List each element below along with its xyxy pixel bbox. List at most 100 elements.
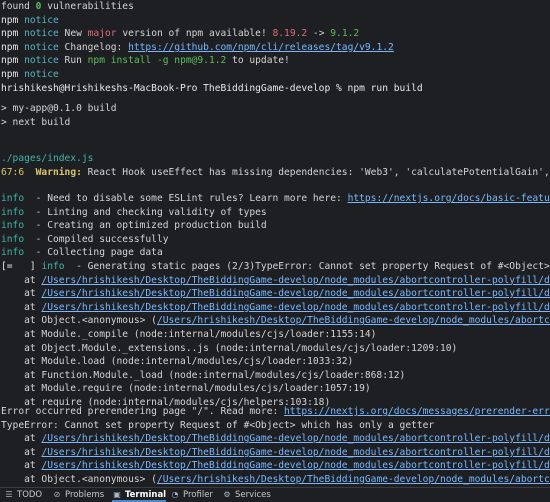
notice-label: notice: [18, 14, 59, 26]
stack-line: at /Users/hrishikesh/Desktop/TheBiddingG…: [1, 432, 550, 446]
services-label: Services: [235, 490, 271, 500]
eslint-link[interactable]: https://nextjs.org/docs/basic-features/e…: [348, 193, 550, 204]
changelog-link[interactable]: https://github.com/npm/cli/releases/tag/…: [128, 42, 394, 53]
terminal-line: npm notice Changelog: https://github.com…: [1, 41, 394, 55]
info-line: info - Compiled successfully: [1, 233, 169, 247]
text: at: [1, 288, 42, 300]
script-line: > my-app@0.1.0 build: [1, 103, 117, 114]
npm-label: npm: [1, 55, 19, 67]
prerender-error-link[interactable]: https://nextjs.org/docs/messages/prerend…: [284, 406, 550, 417]
npm-label: npm: [1, 69, 19, 80]
progress-bar-text: [= ]: [1, 261, 42, 272]
stack-path-link[interactable]: /Users/hrishikesh/Desktop/TheBiddingGame…: [157, 315, 550, 326]
new-version: 9.1.2: [330, 28, 360, 40]
terminal-line: npm notice: [1, 68, 59, 82]
terminal-icon: ▣: [113, 490, 121, 499]
list-icon: ☰: [5, 490, 13, 499]
stack-line: at Object.<anonymous> (/Users/hrishikesh…: [1, 473, 550, 487]
text: Error occurred prerendering page "/". Re…: [1, 406, 285, 417]
gear-icon: ⚙: [223, 490, 231, 499]
info-label: info: [1, 206, 25, 218]
info-line: info - Linting and checking validity of …: [1, 206, 267, 220]
progress-line: [= ] info - Generating static pages (2/3…: [1, 260, 550, 274]
notice-label: notice: [18, 41, 59, 53]
terminal-output[interactable]: found 0 vulnerabilities npm notice npm n…: [0, 0, 550, 487]
stack-line: at Module._compile (node:internal/module…: [1, 329, 377, 340]
warning-icon: ⊘: [53, 490, 61, 499]
stack-path-link[interactable]: /Users/hrishikesh/Desktop/TheBiddingGame…: [41, 302, 550, 313]
text: at Object.<anonymous> (: [1, 474, 157, 485]
problems-label: Problems: [65, 490, 105, 500]
old-version: 8.19.2: [272, 28, 308, 40]
info-line: info - Need to disable some ESLint rules…: [1, 192, 550, 206]
line-col: 67:6: [1, 166, 25, 178]
stack-path-link[interactable]: /Users/hrishikesh/Desktop/TheBiddingGame…: [157, 474, 550, 485]
npm-label: npm: [1, 14, 19, 26]
text: vulnerabilities: [41, 1, 134, 12]
profiler-label: Profiler: [183, 490, 213, 500]
script-line: > next build: [1, 116, 71, 128]
text: to update!: [226, 55, 290, 67]
text: - Generating static pages (2/3)TypeError…: [76, 261, 550, 272]
stack-line: at /Users/hrishikesh/Desktop/TheBiddingG…: [1, 301, 550, 315]
text: version of npm available!: [116, 28, 273, 40]
text: Run: [58, 55, 88, 67]
stack-line: at Object.Module._extensions..js (node:i…: [1, 342, 458, 354]
terminal-line: found 0 vulnerabilities: [1, 0, 134, 14]
stack-line: at Module.load (node:internal/modules/cj…: [1, 356, 354, 368]
text: New: [58, 28, 88, 40]
warning-text: React Hook useEffect has missing depende…: [87, 166, 550, 178]
warning-line: 67:6 Warning: React Hook useEffect has m…: [1, 166, 550, 180]
text: Changelog:: [58, 41, 129, 53]
text: at: [1, 274, 42, 286]
npm-label: npm: [1, 28, 19, 40]
todo-tab[interactable]: ☰ TODO: [4, 489, 42, 501]
tool-window-bar: ☰ TODO ⊘ Problems ▣ Terminal ◔ Profiler ⚙ Ser…: [0, 487, 550, 502]
services-tab[interactable]: ⚙ Services: [222, 489, 271, 501]
error-line: Error occurred prerendering page "/". Re…: [1, 405, 550, 419]
terminal-line: npm notice Run npm install -g npm@9.1.2 …: [1, 54, 290, 68]
info-label: info: [1, 193, 25, 204]
text: found: [1, 1, 36, 12]
install-command: npm install -g npm@9.1.2: [87, 55, 227, 67]
text: - Need to disable some ESLint rules? Lea…: [24, 193, 348, 204]
text: at: [1, 301, 42, 313]
stack-path-link[interactable]: /Users/hrishikesh/Desktop/TheBiddingGame…: [41, 447, 550, 458]
terminal-label: Terminal: [125, 490, 167, 500]
file-path: ./pages/index.js: [1, 153, 94, 164]
stack-path-link[interactable]: /Users/hrishikesh/Desktop/TheBiddingGame…: [41, 288, 550, 299]
profiler-icon: ◔: [171, 490, 179, 499]
stack-path-link[interactable]: /Users/hrishikesh/Desktop/TheBiddingGame…: [41, 275, 550, 286]
info-label: info: [41, 261, 65, 272]
info-label: info: [1, 233, 25, 245]
stack-line: at /Users/hrishikesh/Desktop/TheBiddingG…: [1, 459, 550, 473]
terminal-line: npm notice New major version of npm avai…: [1, 27, 359, 41]
error-line: TypeError: Cannot set property Request o…: [1, 419, 435, 431]
arrow: ->: [307, 28, 331, 40]
text: - Collecting page data: [24, 247, 163, 259]
stack-path-link[interactable]: /Users/hrishikesh/Desktop/TheBiddingGame…: [41, 460, 550, 471]
text: - Creating an optimized production build: [24, 220, 267, 232]
info-label: info: [1, 220, 25, 232]
stack-path-link[interactable]: /Users/hrishikesh/Desktop/TheBiddingGame…: [41, 433, 550, 444]
stack-line: at /Users/hrishikesh/Desktop/TheBiddingG…: [1, 287, 550, 301]
info-line: info - Collecting page data: [1, 246, 163, 260]
profiler-tab[interactable]: ◔ Profiler: [170, 489, 213, 501]
text: - Compiled successfully: [24, 233, 169, 245]
shell-prompt: hrishikesh@Hrishikeshs-MacBook-Pro TheBi…: [1, 82, 423, 94]
text: at: [1, 460, 42, 472]
problems-tab[interactable]: ⊘ Problems: [52, 489, 105, 501]
text: at Object.<anonymous> (: [1, 315, 157, 327]
todo-label: TODO: [17, 490, 43, 500]
warning-label: Warning:: [24, 166, 82, 178]
stack-line: at Function.Module._load (node:internal/…: [1, 369, 406, 381]
text: at: [1, 446, 42, 458]
major-label: major: [87, 28, 117, 40]
notice-label: notice: [18, 69, 59, 80]
info-label: info: [1, 247, 25, 259]
terminal-line: npm notice: [1, 14, 59, 28]
stack-line: at /Users/hrishikesh/Desktop/TheBiddingG…: [1, 446, 550, 460]
terminal-tab[interactable]: ▣ Terminal: [112, 489, 167, 502]
text: at: [1, 433, 42, 445]
npm-label: npm: [1, 41, 19, 53]
